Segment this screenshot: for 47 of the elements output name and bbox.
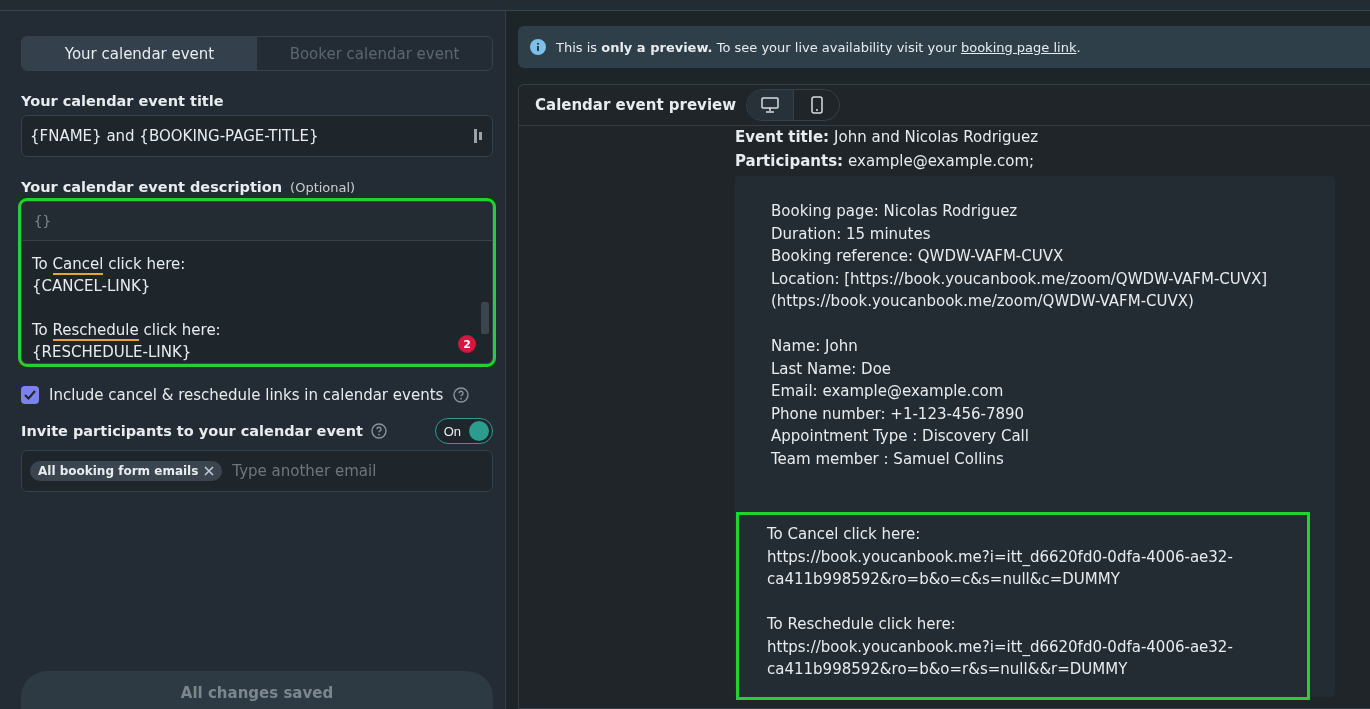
description-line: To Reschedule click here: [767, 614, 957, 635]
help-icon[interactable] [370, 423, 387, 439]
desktop-icon [761, 97, 780, 113]
optional-hint: (Optional) [290, 179, 356, 195]
description-line: https://book.youcanbook.me?i=itt_d6620fd0-0dfa-4006-ae32-ca411b998592&ro=b&o=c&s=null&c=DUMMY [767, 546, 1234, 590]
phone-icon [810, 96, 823, 114]
description-line: Duration: 15 minutes [771, 223, 932, 245]
count-badge: 2 [458, 335, 476, 353]
toggle-switch[interactable]: On [434, 418, 493, 444]
description-line: Email: example@example.com [771, 381, 1005, 402]
notice-text: This is only a preview. To see your live availability visit your booking page link. [556, 39, 1081, 55]
description-line: Name: John [771, 336, 859, 357]
field-label: Invite participants to your calendar event [21, 423, 363, 439]
title-field[interactable]: {FNAME} and {BOOKING-PAGE-TITLE} [21, 115, 493, 157]
field-label: Your calendar event description [21, 179, 283, 195]
checkbox-label: Include cancel & reschedule links in calendar events [49, 386, 444, 404]
description-line: Team member : Samuel Collins [771, 448, 1005, 470]
description-line: Phone number: +1-123-456-7890 [771, 403, 1026, 425]
panel-title: Calendar event preview [535, 96, 737, 114]
description-line: Last Name: Doe [771, 358, 893, 380]
editor-line: {CANCEL-LINK} [32, 276, 151, 297]
scrollbar[interactable] [481, 302, 489, 334]
code-icon[interactable]: {} [34, 213, 51, 229]
email-chip[interactable]: All booking form emails [30, 461, 223, 481]
editor-line: To Cancel click here: [32, 254, 186, 275]
description-editor[interactable]: {} To Cancel click here: {CANCEL-LINK} To Reschedule click here: {RESCHEDULE-LINK} 2 [21, 201, 493, 364]
email-field[interactable]: All booking form emails Type another email [21, 450, 493, 492]
description-line: (https://book.youcanbook.me/zoom/QWDW-VAFM-CUVX) [771, 291, 1195, 312]
description-line: Booking reference: QWDW-VAFM-CUVX [771, 246, 1065, 267]
tab[interactable]: Your calendar event [22, 37, 257, 70]
preview-field: Participants: example@example.com; [735, 152, 1335, 170]
info-icon [530, 39, 546, 55]
description-line: Appointment Type : Discovery Call [771, 426, 1030, 447]
device-button[interactable] [747, 90, 794, 120]
description-line: To Cancel click here: [767, 524, 922, 545]
variable-icon [474, 129, 484, 143]
editor-line: {RESCHEDULE-LINK} [32, 342, 192, 363]
description-line: Booking page: Nicolas Rodriguez [771, 201, 1019, 222]
field-label: Your calendar event title [21, 93, 224, 109]
preview-field: Event title: John and Nicolas Rodriguez [735, 128, 1335, 146]
checkbox[interactable] [21, 386, 39, 404]
booking-page-link[interactable]: booking page link [960, 39, 1077, 55]
close-icon [204, 466, 215, 476]
help-icon[interactable] [453, 387, 470, 403]
description-line: Location: [https://book.youcanbook.me/zoom/QWDW-VAFM-CUVX] [771, 268, 1269, 290]
description-line: https://book.youcanbook.me?i=itt_d6620fd0-0dfa-4006-ae32-ca411b998592&ro=b&o=r&s=null&&r=DUMMY [767, 636, 1234, 680]
editor-line: To Reschedule click here: [32, 320, 221, 341]
